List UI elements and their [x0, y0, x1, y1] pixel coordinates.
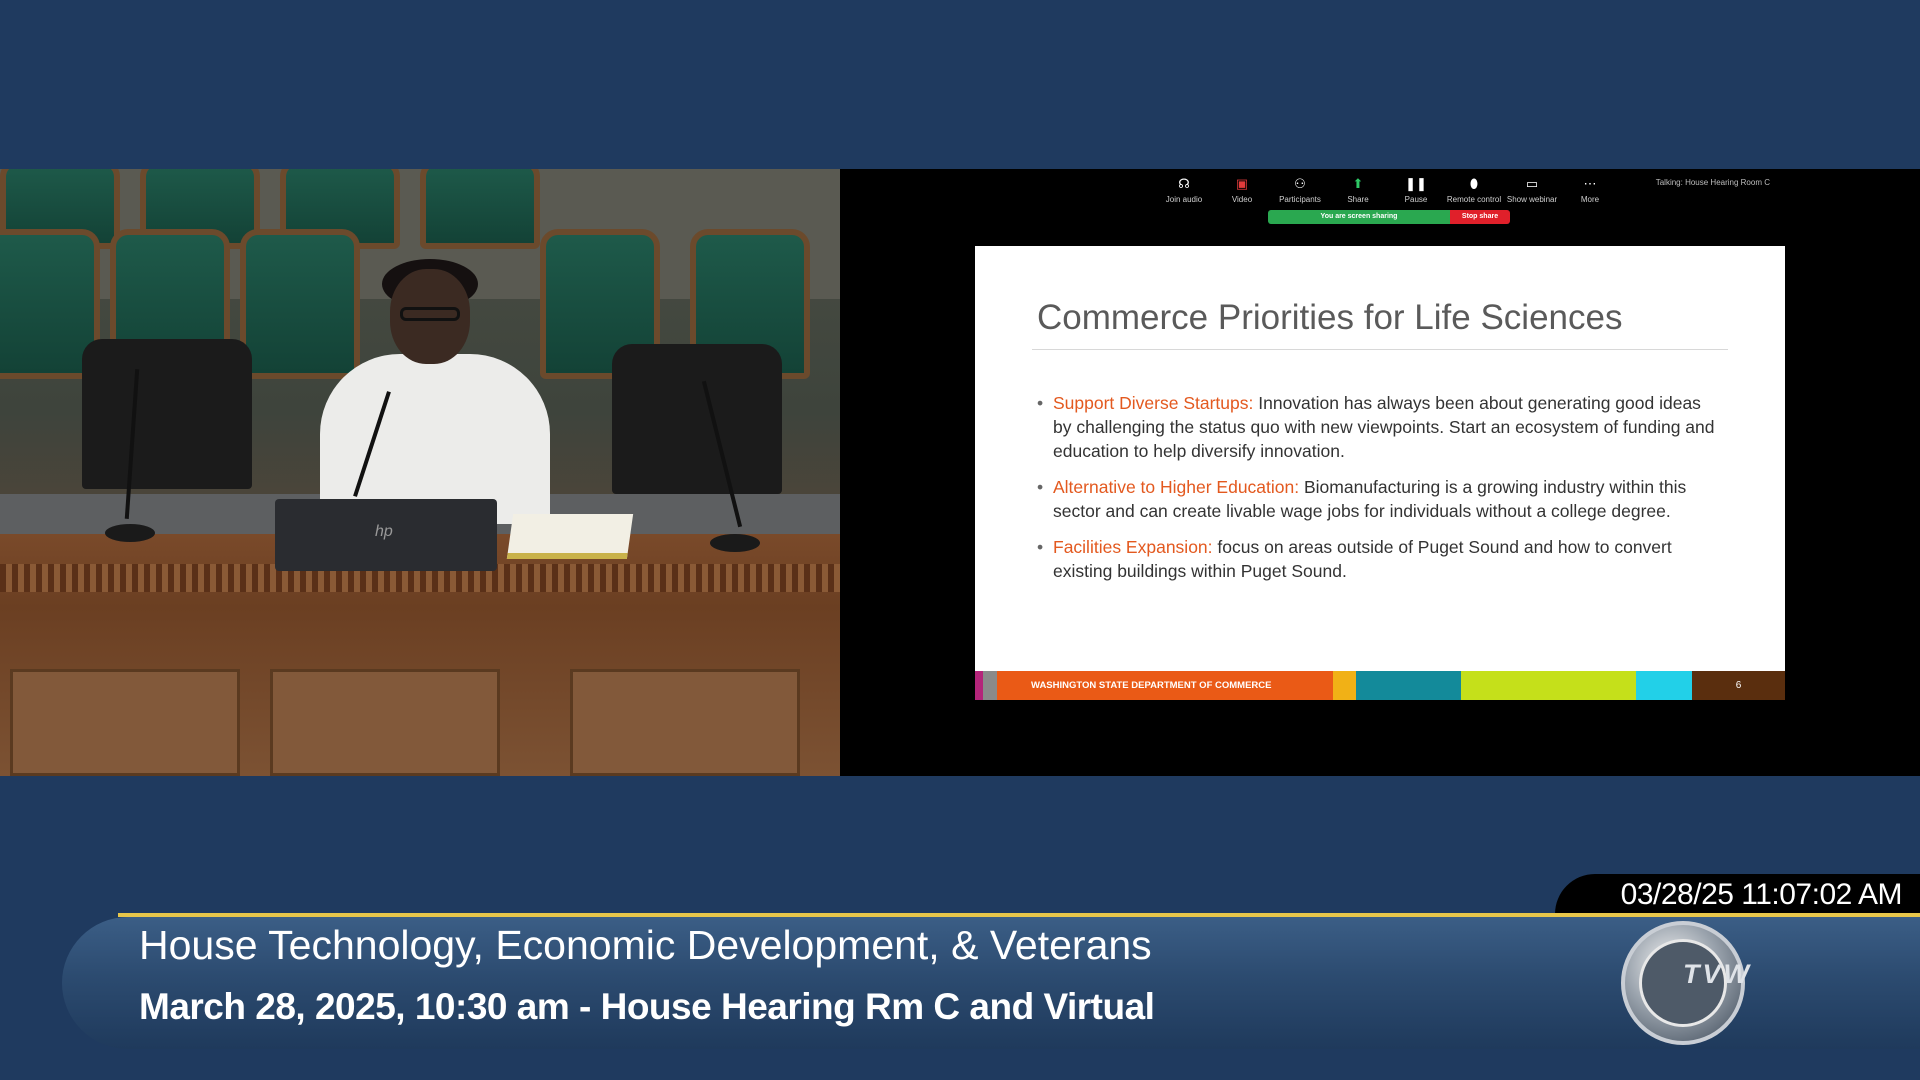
remote-control-button[interactable]: ⬮ Remote control	[1445, 175, 1503, 204]
footer-color-cyan	[1636, 671, 1692, 700]
open-binder	[506, 514, 634, 559]
bullet-heading: Support Diverse Startups:	[1053, 393, 1254, 413]
bullet-dot: •	[1037, 477, 1044, 497]
participants-icon: ⚇	[1294, 176, 1306, 191]
footer-color-teal	[1356, 671, 1461, 700]
headphones-icon: ☊	[1178, 176, 1190, 191]
slide-title: Commerce Priorities for Life Sciences	[1037, 298, 1623, 337]
footer-org-name: WASHINGTON STATE DEPARTMENT OF COMMERCE	[997, 671, 1333, 700]
microphone-base	[710, 534, 760, 552]
stop-share-button[interactable]: Stop share	[1450, 210, 1510, 224]
bullet-item: • Support Diverse Startups: Innovation h…	[1037, 391, 1717, 463]
footer-color-magenta	[975, 671, 983, 700]
talking-indicator: Talking: House Hearing Room C	[1655, 178, 1770, 187]
video-icon: ▣	[1235, 176, 1249, 191]
desk-panel	[570, 669, 800, 776]
laptop-logo: hp	[375, 523, 393, 540]
more-icon: ⋯	[1583, 176, 1597, 191]
gallery-chair	[420, 169, 540, 249]
remote-control-icon: ⬮	[1469, 176, 1479, 191]
witness-chair	[82, 339, 252, 489]
camera-feed: hp	[0, 169, 840, 776]
broadcast-timestamp: 03/28/25 11:07:02 AM	[1620, 878, 1903, 911]
bullet-item: • Alternative to Higher Education: Bioma…	[1037, 475, 1717, 523]
bullet-item: • Facilities Expansion: focus on areas o…	[1037, 535, 1717, 583]
tvw-logo-text: TVW	[1683, 959, 1752, 989]
desk-panel	[10, 669, 240, 776]
pause-icon: ❚❚	[1405, 176, 1427, 191]
presenter	[320, 259, 550, 524]
bullet-list: • Support Diverse Startups: Innovation h…	[1037, 391, 1717, 595]
timestamp-tab: 03/28/25 11:07:02 AM	[1555, 874, 1920, 914]
hearing-date-location: March 28, 2025, 10:30 am - House Hearing…	[139, 986, 1155, 1027]
witness-chair	[612, 344, 782, 494]
join-audio-button[interactable]: ☊ Join audio	[1155, 175, 1213, 204]
participants-button[interactable]: ⚇ Participants	[1271, 175, 1329, 204]
more-button[interactable]: ⋯ More	[1561, 175, 1619, 204]
footer-color-lime	[1461, 671, 1636, 700]
bullet-heading: Alternative to Higher Education:	[1053, 477, 1300, 497]
title-divider	[1032, 349, 1728, 350]
footer-color-amber	[1333, 671, 1356, 700]
footer-color-gray	[983, 671, 997, 700]
microphone-base	[105, 524, 155, 542]
bullet-dot: •	[1037, 393, 1044, 413]
screen-sharing-indicator[interactable]: You are screen sharing	[1268, 210, 1450, 224]
desk-panel	[270, 669, 500, 776]
video-button[interactable]: ▣ Video	[1213, 175, 1271, 204]
laptop: hp	[275, 499, 497, 571]
show-webinar-icon: ▭	[1525, 176, 1539, 191]
pause-button[interactable]: ❚❚ Pause	[1387, 175, 1445, 204]
share-icon: ⬆	[1352, 176, 1364, 191]
show-webinar-button[interactable]: ▭ Show webinar	[1503, 175, 1561, 204]
share-status-bar: You are screen sharing Stop share	[1268, 210, 1510, 224]
share-button[interactable]: ⬆ Share	[1329, 175, 1387, 204]
presentation-slide: Commerce Priorities for Life Sciences • …	[975, 246, 1785, 700]
bullet-heading: Facilities Expansion:	[1053, 537, 1213, 557]
glasses	[400, 307, 460, 321]
hearing-committee-title: House Technology, Economic Development, …	[139, 922, 1152, 968]
tvw-logo-icon: TVW	[1621, 921, 1749, 1045]
slide-footer: WASHINGTON STATE DEPARTMENT OF COMMERCE …	[975, 671, 1785, 700]
slide-page-number: 6	[1692, 671, 1785, 700]
bullet-dot: •	[1037, 537, 1044, 557]
zoom-toolbar: ☊ Join audio ▣ Video ⚇ Participants ⬆ Sh…	[1155, 175, 1619, 204]
